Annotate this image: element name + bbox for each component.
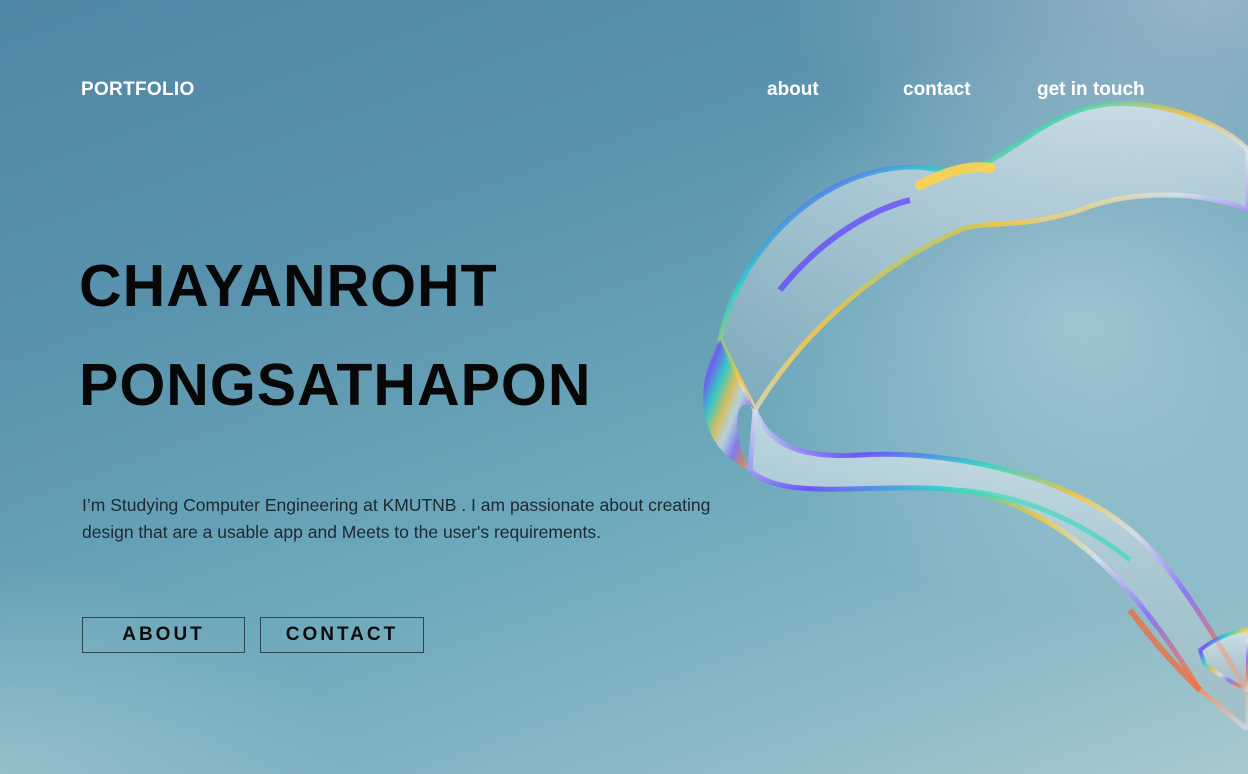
about-button[interactable]: ABOUT [82,617,245,653]
nav-link-contact[interactable]: contact [903,79,971,101]
hero-description: I’m Studying Computer Engineering at KMU… [82,495,711,542]
hero-first-name: CHAYANROHT [79,253,498,319]
contact-button[interactable]: CONTACT [260,617,424,653]
hero-last-name: PONGSATHAPON [79,352,592,418]
nav-link-get-in-touch[interactable]: get in touch [1037,79,1145,101]
top-nav: about contact get in touch [0,79,1248,105]
nav-link-about[interactable]: about [767,79,819,101]
iridescent-ribbon-graphic [703,101,1248,730]
